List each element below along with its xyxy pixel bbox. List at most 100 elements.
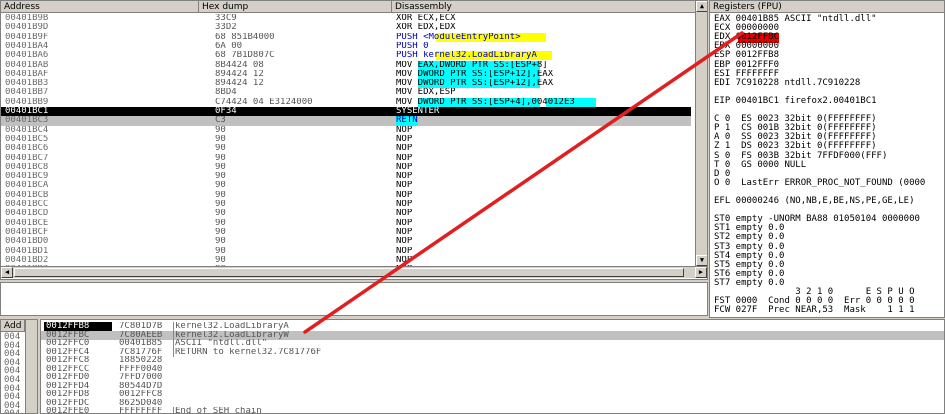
disasm-instruction: NOP [396,144,413,154]
disasm-row[interactable]: 00401BCA 90 NOP [1,181,691,190]
disasm-instruction: NOP [396,227,413,237]
disasm-row[interactable]: 00401BD1 90 NOP [1,247,691,256]
disasm-address: 00401BC7 [5,153,49,163]
disasm-hex: 90 [215,134,226,144]
dump-vscrollbar[interactable] [25,320,37,413]
disasm-row[interactable]: 00401BC1 0F34 SYSENTER [1,107,691,117]
scroll-right-button[interactable]: ▶ [695,267,707,278]
stack-address: 0012FFE0 [46,407,90,414]
stack-row[interactable]: 0012FFE0 FFFFFFFF End of SEH chain [41,407,944,414]
disasm-row[interactable]: 00401BD0 90 NOP [1,237,691,246]
dump-pane[interactable]: Add 004004004004004004004004004004 [0,319,38,414]
col-header-address[interactable]: Address [1,1,199,13]
disasm-address: 00401BAB [5,60,49,70]
disasm-hex: 90 [215,144,226,154]
disasm-instruction: NOP [396,209,413,219]
scroll-left-button[interactable]: ◀ [1,267,13,278]
disasm-instruction: NOP [396,218,413,228]
disassembly-pane[interactable]: Address Hex dump Disassembly 00401B9B 33C… [0,0,708,280]
disasm-row[interactable]: 00401BB3 894424 12 MOV DWORD PTR SS:[ESP+1… [1,79,691,89]
register-line[interactable]: FCW 027F Prec NEAR,53 Mask 1 1 1 [714,306,914,316]
disasm-row[interactable]: 00401BC9 90 NOP [1,172,691,181]
disasm-hex: 90 [215,153,226,163]
disasm-hex: 90 [215,209,226,219]
scroll-thumb[interactable] [14,268,684,277]
disasm-row[interactable]: 00401B9B 33C9 XOR ECX,ECX [1,14,691,23]
disasm-row[interactable]: 00401B9F 68 851B4000 PUSH <ModuleEntryPoin… [1,32,691,42]
disasm-instruction: MOV DWORD PTR SS:[ESP+12],EAX [396,69,691,80]
registers-list[interactable]: EAX 00401B85 ASCII "ntdll.dll" ECX 000000… [710,14,944,316]
register-line[interactable]: O 0 LastErr ERROR_PROC_NOT_FOUND (0000 [714,178,925,189]
disasm-instruction: NOP [396,153,413,163]
disasm-row[interactable]: 00401BC6 90 NOP [1,144,691,153]
info-pane [0,282,708,316]
disasm-row[interactable]: 00401BCD 90 NOP [1,209,691,218]
disasm-row[interactable]: 00401BB9 C74424 04 E3124000 MOV DWORD PTR … [1,97,691,107]
dump-row[interactable]: 004 [1,410,25,413]
register-line[interactable]: EDI 7C910228 ntdll.7C910228 [714,78,860,89]
disasm-hex: 6A 00 [215,41,243,51]
stack-value: FFFFFFFF [119,407,163,414]
disasm-address: 00401BC3 [5,116,49,126]
disasm-row[interactable]: 00401BC5 90 NOP [1,135,691,144]
register-line[interactable]: EFL 00000246 (NO,NB,E,BE,NS,PE,GE,LE) [714,196,914,207]
registers-pane[interactable]: Registers (FPU) EAX 00401B85 ASCII "ntdl… [709,0,945,318]
disasm-address: 00401BB9 [5,97,49,107]
disasm-row[interactable]: 00401BCB 90 NOP [1,191,691,200]
disasm-row[interactable]: 00401BC4 90 NOP [1,126,691,135]
disasm-instruction: NOP [396,162,413,172]
scroll-up-button[interactable]: ▲ [696,1,707,12]
disasm-hex: 90 [215,246,226,256]
disasm-instruction: NOP [396,172,413,182]
disasm-address: 00401BC4 [5,125,49,135]
disasm-instruction: NOP [396,237,413,247]
disasm-instruction: MOV DWORD PTR SS:[ESP+12],EAX [396,79,691,89]
stack-comment: End of SEH chain [173,407,573,413]
disasm-hex: 0F34 [215,107,237,116]
disasm-instruction: PUSH <ModuleEntryPoint> [396,32,691,42]
disasm-row[interactable]: 00401BA6 68 7B1D807C PUSH kernel32.LoadLib… [1,51,691,61]
disasm-instruction: NOP [396,181,413,191]
disasm-row[interactable]: 00401BB7 8BD4 MOV EDX,ESP [1,88,691,97]
col-header-hex[interactable]: Hex dump [199,1,392,13]
disasm-address: 00401BCC [5,200,49,209]
disasm-row[interactable]: 00401BD2 90 NOP [1,256,691,265]
disasm-hex: C3 [215,116,226,126]
disassembly-list[interactable]: 00401B9B 33C9 XOR ECX,ECX 00401B9D 33D2 XOR E… [1,14,691,274]
disasm-hex: 90 [215,200,226,209]
disasm-address: 00401BC8 [5,162,49,172]
disasm-row[interactable]: 00401BA4 6A 00 PUSH 0 [1,42,691,51]
disasm-row[interactable]: 00401BCF 90 NOP [1,228,691,237]
disasm-address: 00401BCF [5,227,49,237]
stack-pane[interactable]: 0012FFB8 7C801D7B kernel32.LoadLibraryA 001… [40,319,945,414]
disasm-row[interactable]: 00401BAF 894424 12 MOV DWORD PTR SS:[ESP+1… [1,69,691,80]
col-header-disassembly[interactable]: Disassembly [392,1,707,13]
disasm-hex: 894424 12 [215,79,264,89]
disasm-hex: 90 [215,218,226,228]
disassembly-hscrollbar[interactable]: ◀ ▶ [1,266,707,278]
disasm-address: 00401BC1 [5,107,49,116]
disasm-row[interactable]: 00401B9D 33D2 XOR EDX,EDX [1,23,691,32]
disasm-row[interactable]: 00401BCE 90 NOP [1,219,691,228]
disasm-address: 00401BCE [5,218,49,228]
scroll-down-button[interactable]: ▼ [696,255,707,266]
disasm-instruction: XOR ECX,ECX [396,14,456,23]
disasm-address: 00401BB3 [5,79,49,89]
disassembly-vscrollbar[interactable]: ▲ ▼ [695,1,707,267]
disasm-instruction: MOV EAX,DWORD PTR SS:[ESP+8] [396,60,691,70]
disasm-instruction: NOP [396,190,413,200]
disasm-address: 00401BC9 [5,172,49,182]
disasm-hex: C74424 04 E3124000 [215,97,313,107]
disasm-row[interactable]: 00401BC3 C3 RETN [1,116,691,126]
disasm-address: 00401B9F [5,32,49,42]
disasm-row[interactable]: 00401BCC 90 NOP [1,200,691,209]
disasm-row[interactable]: 00401BC8 90 NOP [1,163,691,172]
disasm-row[interactable]: 00401BC7 90 NOP [1,154,691,163]
disasm-address: 00401BB7 [5,88,49,98]
disasm-hex: 894424 12 [215,69,264,79]
register-line[interactable]: EIP 00401BC1 firefox2.00401BC1 [714,96,877,107]
disasm-instruction: NOP [396,200,413,209]
disasm-instruction: MOV DWORD PTR SS:[ESP+4],004012E3 [396,97,691,107]
disasm-row[interactable]: 00401BAB 8B4424 08 MOV EAX,DWORD PTR SS:[E… [1,60,691,70]
dump-col-header[interactable]: Add [1,320,25,332]
